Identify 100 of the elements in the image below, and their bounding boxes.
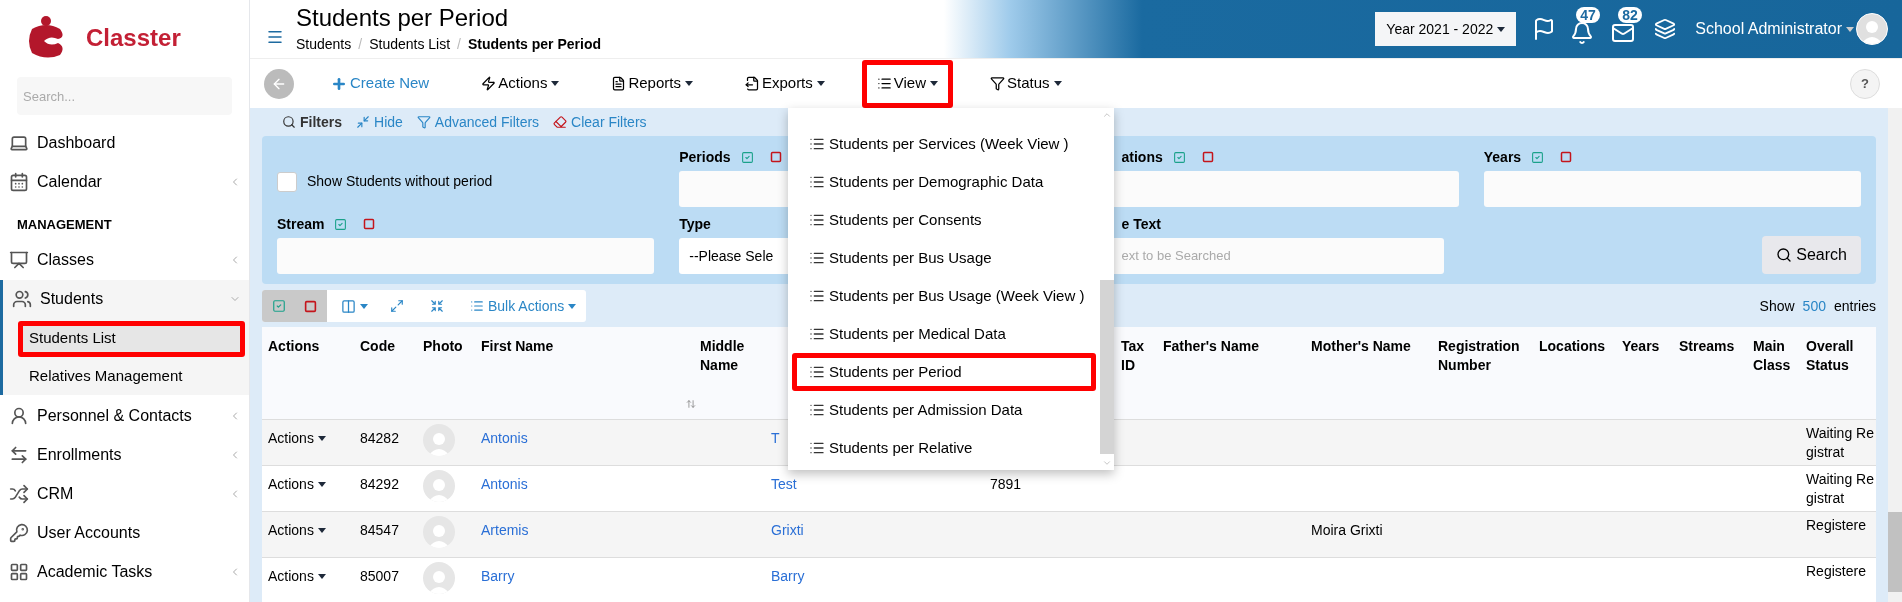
message-badge: 82 [1618,7,1642,23]
row-actions-button[interactable]: Actions [268,474,326,495]
column-header[interactable]: Photo [423,337,469,356]
year-select[interactable]: Year 2021 - 2022 [1375,12,1517,46]
column-header[interactable]: Tax ID [1121,337,1151,375]
person-icon [9,406,29,426]
avatar[interactable] [1856,13,1888,45]
sort-icon[interactable] [686,399,696,409]
breadcrumb[interactable]: Students [296,33,352,55]
row-actions-button[interactable]: Actions [268,428,326,449]
menu-item[interactable]: Students per Admission Data [797,396,1023,424]
column-header[interactable]: Middle Name [700,337,759,375]
row-actions-button[interactable]: Actions [268,566,326,587]
toolbar-menu-button[interactable]: Status [984,68,1068,99]
page-scrollbar[interactable] [1888,108,1902,602]
sidebar-item[interactable]: Students [3,279,249,319]
column-header[interactable]: Actions [268,337,348,356]
student-name-link[interactable]: Barry [771,568,805,584]
search-field[interactable]: Search... [17,77,232,115]
student-name-link[interactable]: Barry [481,568,515,584]
checkbox[interactable] [277,171,297,192]
shuffle-icon [9,484,29,504]
sidebar-item[interactable]: Dashboard [0,123,249,162]
deselect-all-icon[interactable] [1201,151,1214,163]
submenu-item[interactable]: Relatives Management [23,363,240,390]
bell-icon[interactable] [1570,21,1595,45]
toolbar-menu-button[interactable]: Reports [605,68,699,99]
table-cell: Moira Grixti [1311,522,1383,538]
student-name-link[interactable]: Antonis [481,476,528,492]
student-name-link[interactable]: T [771,430,780,446]
menu-item[interactable]: Students per Relative [797,434,973,462]
table-cell-text: Waiting Registrat [1806,424,1875,462]
select-all-icon[interactable] [272,299,286,313]
create-new-button[interactable]: Create New [325,68,436,99]
deselect-all-icon[interactable] [304,299,317,313]
multiselect-field[interactable] [1483,171,1861,207]
column-header[interactable]: Overall Status [1806,337,1871,375]
table-cell-text: Registere [1806,516,1867,535]
deselect-all-icon[interactable] [363,218,376,230]
toolbar-menu-button[interactable]: Actions [475,68,566,99]
sidebar-item[interactable]: User Accounts [0,513,249,553]
calendar-icon [9,171,29,192]
back-button[interactable] [264,68,294,99]
help-button[interactable]: ? [1850,68,1880,99]
column-header[interactable]: First Name [481,337,688,356]
menu-item[interactable]: Students per Bus Usage [797,244,992,272]
sidebar-item[interactable]: Calendar [0,162,249,201]
select-all-icon[interactable] [740,150,754,164]
export-icon [744,76,760,91]
sidebar-item[interactable]: Personnel & Contacts [0,396,249,436]
key-icon [9,523,29,543]
shrink-icon[interactable] [430,299,444,313]
list-icon [809,288,825,304]
column-header[interactable]: Registration Number [1438,337,1527,375]
select-all-icon[interactable] [1531,150,1545,164]
student-name-link[interactable]: Test [771,476,797,492]
submenu-item[interactable]: Students List [23,325,240,352]
search-button[interactable]: Search [1762,236,1861,274]
sidebar-item[interactable]: Enrollments [0,435,249,475]
menu-item[interactable]: Students per Bus Usage (Week View ) [797,282,1085,310]
show-label: Show [1759,296,1795,316]
column-header[interactable]: Main Class [1753,337,1794,375]
table-cell: 84547 [360,522,399,538]
row-actions-button[interactable]: Actions [268,520,326,541]
scroll-up-icon[interactable] [1102,110,1112,120]
menu-item[interactable]: Students per Consents [797,206,982,234]
columns-icon[interactable] [341,298,356,314]
column-header[interactable]: Streams [1679,337,1741,356]
deselect-all-icon[interactable] [1560,151,1573,163]
sidebar-item[interactable]: Academic Tasks [0,552,249,592]
select-all-icon[interactable] [1172,150,1186,164]
menu-item[interactable]: Students per Services (Week View ) [797,130,1069,158]
toolbar-menu-button[interactable]: Exports [738,68,831,99]
student-name-link[interactable]: Artemis [481,522,529,538]
multiselect-field[interactable] [277,238,655,274]
select-all-icon[interactable] [334,217,348,231]
column-header[interactable]: Father's Name [1163,337,1299,356]
select-toggle-group[interactable] [262,290,327,322]
section-heading: MANAGEMENT [16,216,113,234]
deselect-all-icon[interactable] [769,151,782,163]
layers-icon[interactable] [1654,18,1677,40]
column-header[interactable]: Code [360,337,411,356]
student-name-link[interactable]: Grixti [771,522,804,538]
table-cell: 84282 [360,430,399,446]
mail-icon[interactable] [1610,21,1637,45]
expand-icon[interactable] [390,299,404,313]
menu-item[interactable]: Students per Medical Data [797,320,1006,348]
sidebar-item[interactable]: Classes [0,240,249,280]
filters-heading[interactable]: Filters [282,111,342,133]
menu-item[interactable]: Students per Demographic Data [797,168,1044,196]
user-menu[interactable]: School Administrator [1695,17,1854,41]
student-name-link[interactable]: Antonis [481,430,528,446]
column-header[interactable]: Years [1622,337,1667,356]
menu-icon[interactable] [266,28,284,46]
column-header[interactable]: Locations [1539,337,1610,356]
breadcrumb[interactable]: Students List [369,33,451,55]
column-header[interactable]: Mother's Name [1311,337,1426,356]
filter-label: Stream [277,214,325,234]
sidebar-item[interactable]: CRM [0,474,249,514]
scroll-down-icon[interactable] [1102,458,1112,468]
